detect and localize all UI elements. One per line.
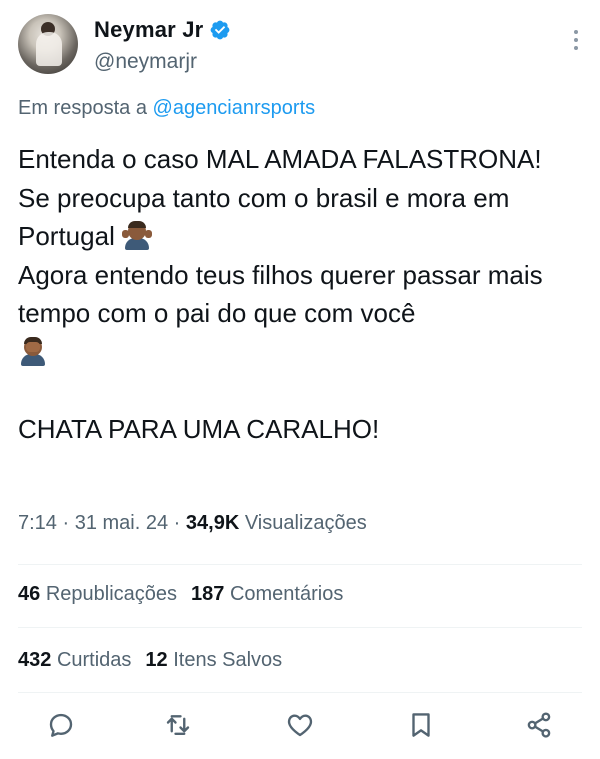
verified-badge-icon <box>211 20 230 40</box>
reposts-stat[interactable]: 46 Republicações <box>18 583 177 605</box>
stats-row-1: 46 Republicações 187 Comentários <box>18 583 343 606</box>
bookmark-icon[interactable] <box>406 710 436 740</box>
tweet-date[interactable]: 31 mai. 24 <box>75 512 168 534</box>
saves-label: Itens Salvos <box>173 649 283 671</box>
views-count: 34,9K <box>185 512 240 534</box>
repost-icon[interactable] <box>163 710 193 740</box>
tweet-line-3: Agora entendo teus filhos querer passar … <box>18 256 588 372</box>
stats-row-2: 432 Curtidas 12 Itens Salvos <box>18 649 282 672</box>
tweet-line-2-text: Se preocupa tanto com o brasil e mora em… <box>18 182 510 252</box>
share-icon[interactable] <box>524 710 554 740</box>
author-name-row: Neymar Jr <box>94 17 231 43</box>
divider <box>18 692 582 693</box>
reposts-count: 46 <box>18 583 41 605</box>
tweet-line-2: Se preocupa tanto com o brasil e mora em… <box>18 179 588 256</box>
reply-prefix: Em resposta a <box>18 97 147 119</box>
likes-count: 432 <box>18 649 52 671</box>
tweet-line-1: Entenda o caso MAL AMADA FALASTRONA! <box>18 144 542 174</box>
divider <box>18 564 582 565</box>
tweet-meta: 7:14 · 31 mai. 24 · 34,9K Visualizações <box>18 512 367 534</box>
tweet-line-3-text: Agora entendo teus filhos querer passar … <box>18 259 543 329</box>
tweet-text: Entenda o caso MAL AMADA FALASTRONA! Se … <box>18 140 588 448</box>
tweet-header: Neymar Jr @neymarjr <box>0 0 600 92</box>
divider <box>18 627 582 628</box>
likes-label: Curtidas <box>56 649 132 671</box>
views-label: Visualizações <box>244 512 367 534</box>
reply-icon[interactable] <box>46 710 76 740</box>
action-bar <box>0 706 600 750</box>
reply-mention-link[interactable]: @agencianrsports <box>153 97 316 119</box>
reply-context: Em resposta a @agencianrsports <box>18 97 315 120</box>
comments-label: Comentários <box>229 583 344 605</box>
tweet-time[interactable]: 7:14 <box>18 512 57 534</box>
author-name[interactable]: Neymar Jr <box>94 17 203 43</box>
avatar[interactable] <box>18 14 78 74</box>
comments-count: 187 <box>191 583 225 605</box>
reposts-label: Republicações <box>45 583 178 605</box>
saves-count: 12 <box>145 649 168 671</box>
like-icon[interactable] <box>285 710 315 740</box>
tweet-line-4: CHATA PARA UMA CARALHO! <box>18 413 380 444</box>
person-shrugging-icon <box>122 220 153 250</box>
likes-stat[interactable]: 432 Curtidas <box>18 649 131 671</box>
author-handle[interactable]: @neymarjr <box>94 50 197 74</box>
more-options-icon[interactable] <box>572 30 580 56</box>
comments-stat[interactable]: 187 Comentários <box>191 583 343 605</box>
saves-stat[interactable]: 12 Itens Salvos <box>145 649 282 671</box>
person-facepalming-icon <box>18 336 48 366</box>
